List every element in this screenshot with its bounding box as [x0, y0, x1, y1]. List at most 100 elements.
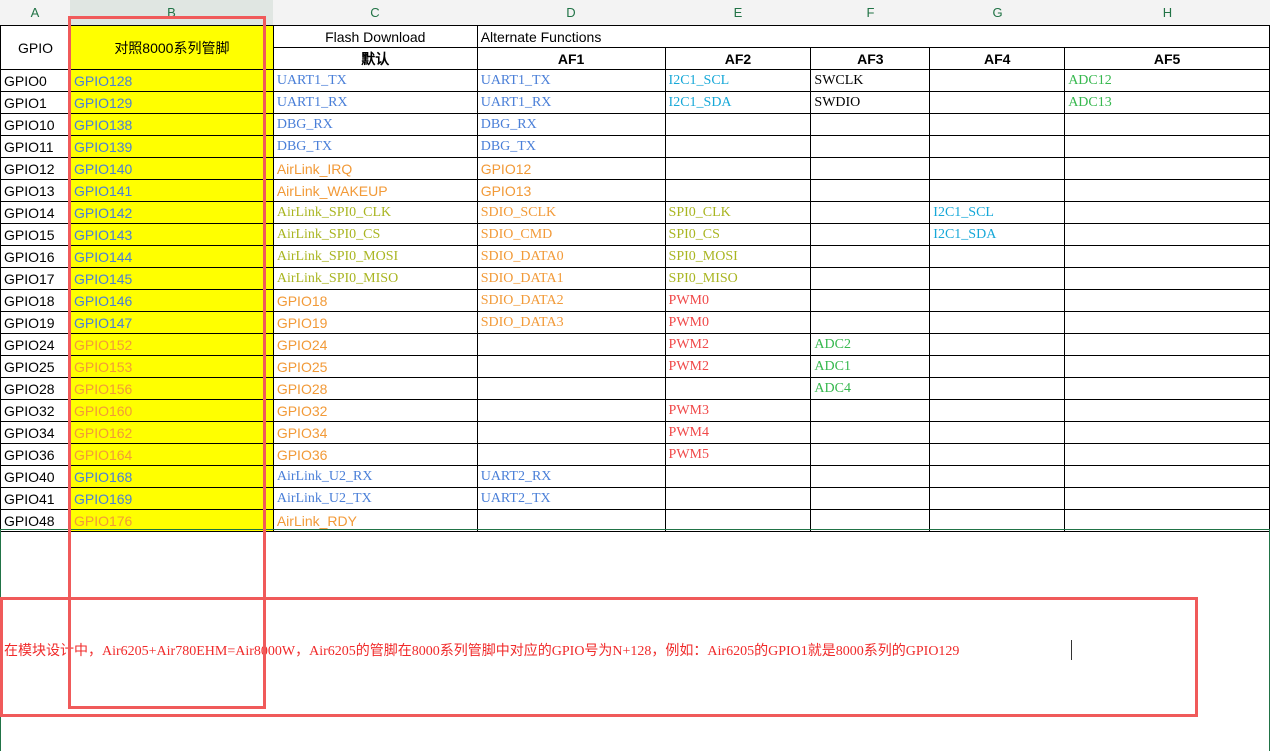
cell-c[interactable]: AirLink_IRQ: [272, 157, 478, 180]
gpio[interactable]: GPIO13: [0, 179, 71, 202]
cell-e[interactable]: SPI0_MISO: [664, 267, 812, 290]
cell-g[interactable]: [929, 465, 1066, 488]
cell-h[interactable]: ADC13: [1064, 91, 1270, 114]
cell-d[interactable]: [476, 399, 666, 422]
cell-c[interactable]: GPIO36: [272, 443, 478, 466]
cell-d[interactable]: SDIO_DATA2: [476, 289, 666, 312]
cell-f[interactable]: ADC1: [810, 355, 931, 378]
gpio[interactable]: GPIO28: [0, 377, 71, 400]
cell-c[interactable]: DBG_RX: [272, 113, 478, 136]
cell-c[interactable]: AirLink_U2_TX: [272, 487, 478, 510]
cell-d[interactable]: [476, 355, 666, 378]
cell-e[interactable]: [664, 179, 812, 202]
header-af5[interactable]: AF5: [1064, 47, 1270, 70]
cell-f[interactable]: [810, 201, 931, 224]
gpio[interactable]: GPIO15: [0, 223, 71, 246]
cell-d[interactable]: [476, 443, 666, 466]
cell-d[interactable]: SDIO_SCLK: [476, 201, 666, 224]
cell-e[interactable]: [664, 113, 812, 136]
cell-g[interactable]: [929, 377, 1066, 400]
cell-e[interactable]: SPI0_CLK: [664, 201, 812, 224]
gpio[interactable]: GPIO25: [0, 355, 71, 378]
cell-d[interactable]: SDIO_DATA0: [476, 245, 666, 268]
cell-f[interactable]: [810, 157, 931, 180]
gpio[interactable]: GPIO32: [0, 399, 71, 422]
cell-f[interactable]: [810, 245, 931, 268]
cell-f[interactable]: [810, 223, 931, 246]
cell-d[interactable]: GPIO13: [476, 179, 666, 202]
gpio[interactable]: GPIO40: [0, 465, 71, 488]
column-header-h[interactable]: H: [1065, 0, 1270, 25]
cell-e[interactable]: PWM2: [664, 355, 812, 378]
column-header-g[interactable]: G: [930, 0, 1065, 25]
gpio[interactable]: GPIO41: [0, 487, 71, 510]
cell-h[interactable]: [1064, 333, 1270, 356]
cell-h[interactable]: [1064, 135, 1270, 158]
gpio[interactable]: GPIO36: [0, 443, 71, 466]
cell-g[interactable]: [929, 333, 1066, 356]
cell-f[interactable]: [810, 135, 931, 158]
cell-g[interactable]: [929, 245, 1066, 268]
column-header-e[interactable]: E: [665, 0, 811, 25]
cell-c[interactable]: AirLink_SPI0_MISO: [272, 267, 478, 290]
cell-e[interactable]: PWM0: [664, 311, 812, 334]
cell-d[interactable]: UART1_TX: [476, 69, 666, 92]
cell-e[interactable]: PWM5: [664, 443, 812, 466]
cell-f[interactable]: [810, 421, 931, 444]
cell-f[interactable]: [810, 267, 931, 290]
cell-g[interactable]: [929, 311, 1066, 334]
cell-h[interactable]: [1064, 113, 1270, 136]
cell-h[interactable]: [1064, 377, 1270, 400]
cell-c[interactable]: GPIO25: [272, 355, 478, 378]
cell-g[interactable]: [929, 91, 1066, 114]
cell-d[interactable]: UART2_RX: [476, 465, 666, 488]
cell-d[interactable]: [476, 421, 666, 444]
cell-g[interactable]: [929, 113, 1066, 136]
cell-f[interactable]: SWDIO: [810, 91, 931, 114]
cell-f[interactable]: [810, 311, 931, 334]
cell-h[interactable]: ADC12: [1064, 69, 1270, 92]
column-header-c[interactable]: C: [273, 0, 477, 25]
header-af1[interactable]: AF1: [476, 47, 666, 70]
cell-c[interactable]: AirLink_SPI0_CLK: [272, 201, 478, 224]
cell-c[interactable]: UART1_RX: [272, 91, 478, 114]
cell-g[interactable]: [929, 69, 1066, 92]
cell-g[interactable]: [929, 487, 1066, 510]
gpio[interactable]: GPIO16: [0, 245, 71, 268]
cell-g[interactable]: [929, 179, 1066, 202]
cell-c[interactable]: GPIO18: [272, 289, 478, 312]
cell-h[interactable]: [1064, 465, 1270, 488]
gpio[interactable]: GPIO17: [0, 267, 71, 290]
cell-h[interactable]: [1064, 421, 1270, 444]
cell-d[interactable]: UART2_TX: [476, 487, 666, 510]
cell-h[interactable]: [1064, 245, 1270, 268]
cell-h[interactable]: [1064, 289, 1270, 312]
cell-g[interactable]: I2C1_SDA: [929, 223, 1066, 246]
cell-h[interactable]: [1064, 399, 1270, 422]
cell-e[interactable]: PWM0: [664, 289, 812, 312]
cell-g[interactable]: [929, 355, 1066, 378]
cell-c[interactable]: GPIO24: [272, 333, 478, 356]
cell-c[interactable]: UART1_TX: [272, 69, 478, 92]
cell-e[interactable]: [664, 377, 812, 400]
column-header-f[interactable]: F: [811, 0, 930, 25]
gpio[interactable]: GPIO19: [0, 311, 71, 334]
cell-c[interactable]: GPIO19: [272, 311, 478, 334]
cell-f[interactable]: [810, 179, 931, 202]
gpio[interactable]: GPIO18: [0, 289, 71, 312]
cell-h[interactable]: [1064, 179, 1270, 202]
cell-e[interactable]: [664, 465, 812, 488]
cell-f[interactable]: [810, 465, 931, 488]
gpio[interactable]: GPIO0: [0, 69, 71, 92]
gpio[interactable]: GPIO12: [0, 157, 71, 180]
cell-h[interactable]: [1064, 223, 1270, 246]
cell-e[interactable]: I2C1_SCL: [664, 69, 812, 92]
gpio[interactable]: GPIO24: [0, 333, 71, 356]
cell-d[interactable]: SDIO_DATA3: [476, 311, 666, 334]
cell-g[interactable]: [929, 399, 1066, 422]
cell-c[interactable]: GPIO28: [272, 377, 478, 400]
cell-h[interactable]: [1064, 157, 1270, 180]
cell-f[interactable]: [810, 487, 931, 510]
cell-g[interactable]: [929, 267, 1066, 290]
cell-c[interactable]: AirLink_U2_RX: [272, 465, 478, 488]
